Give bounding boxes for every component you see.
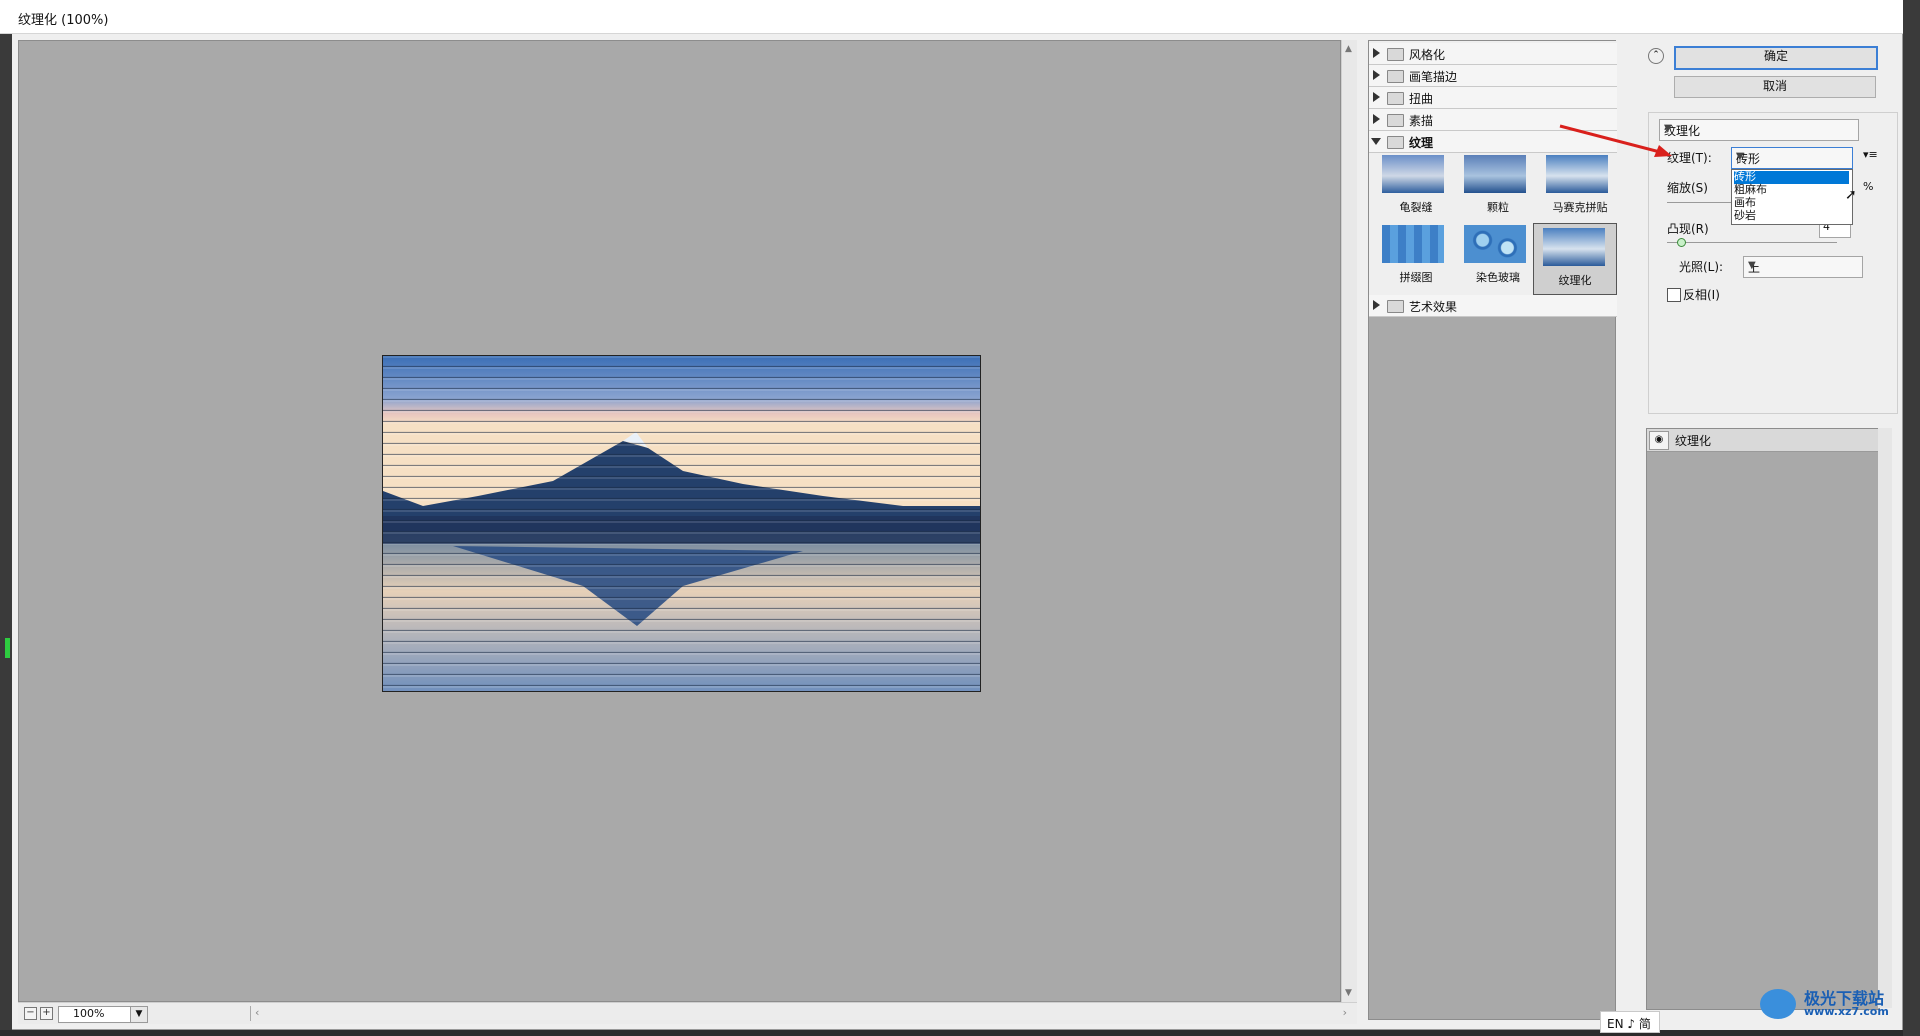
category-stylize[interactable]: 风格化 [1369,43,1617,65]
ok-button[interactable]: 确定 [1674,46,1878,70]
effect-layer-row[interactable]: ◉ 纹理化 [1647,429,1879,452]
thumbnail-image [1546,155,1608,193]
filter-select[interactable]: 纹理化 ▼ [1659,119,1859,141]
light-select[interactable]: 上 ▼ [1743,256,1863,278]
folder-icon [1387,114,1404,127]
thumb-stained-glass[interactable]: 染色玻璃 [1457,221,1529,291]
zoom-level-field[interactable]: 100% [58,1006,132,1023]
scale-label: 缩放(S) [1667,181,1708,195]
category-sketch[interactable]: 素描 [1369,109,1617,131]
category-texture[interactable]: 纹理 [1369,131,1617,153]
scroll-left-icon[interactable]: ‹ [255,1006,259,1019]
thumbnail-image [1464,225,1526,263]
effect-layers-panel: ◉ 纹理化 [1646,428,1880,1010]
preview-horizontal-scrollbar[interactable]: ‹ › [250,1006,1351,1021]
thumbnail-image [1543,228,1605,266]
zoom-dropdown-icon[interactable]: ▼ [130,1006,148,1023]
thumb-texturizer[interactable]: 纹理化 [1533,223,1617,295]
settings-pane: ⌃ 确定 取消 纹理化 ▼ 纹理(T): 砖形 ▼ ▾≡ 缩放(S) % 凸现(… [1640,40,1902,1030]
expand-triangle-icon [1373,70,1380,80]
expand-triangle-icon [1373,92,1380,102]
thumbnail-image [1382,155,1444,193]
folder-icon [1387,70,1404,83]
texture-dropdown-list: 砖形 粗麻布 画布 砂岩 [1731,169,1853,225]
expand-triangle-icon [1373,114,1380,124]
host-app-edge [1903,0,1920,1036]
filter-gallery-panel: 风格化 画笔描边 扭曲 素描 纹理 龟裂缝 颗粒 马赛克拼贴 拼缀图 染色玻璃 … [1368,40,1617,1020]
expand-triangle-icon [1373,300,1380,310]
relief-slider-handle[interactable] [1676,238,1686,247]
relief-slider[interactable] [1667,242,1837,243]
thumbnail-image [1382,225,1444,263]
chevron-down-icon: ▼ [1736,151,1744,162]
invert-label: 反相(I) [1683,288,1720,302]
title-bar: 纹理化 (100%) [0,0,1903,34]
thumbnail-image [1464,155,1526,193]
relief-label: 凸现(R) [1667,222,1709,236]
collapse-gallery-icon[interactable]: ⌃ [1648,48,1664,64]
thumb-grain[interactable]: 颗粒 [1457,151,1529,221]
collapse-triangle-icon [1371,138,1381,145]
thumb-mosaic-tiles[interactable]: 马赛克拼贴 [1539,151,1611,221]
thumb-craquelure[interactable]: 龟裂缝 [1375,151,1447,221]
scroll-up-icon[interactable]: ▲ [1345,44,1352,54]
cancel-button[interactable]: 取消 [1674,76,1876,98]
chevron-down-icon: ▼ [1748,260,1756,271]
expand-triangle-icon [1373,48,1380,58]
zoom-out-button[interactable]: − [24,1007,37,1020]
ime-indicator[interactable]: EN ♪ 简 [1600,1011,1660,1033]
thumb-patchwork[interactable]: 拼缀图 [1375,221,1447,291]
texture-menu-icon[interactable]: ▾≡ [1863,148,1878,161]
folder-icon [1387,300,1404,313]
eye-icon[interactable]: ◉ [1649,431,1669,450]
preview-status-bar: − + 100% ▼ ‹ › [18,1002,1357,1024]
texture-label: 纹理(T): [1667,151,1712,165]
layers-scrollbar[interactable] [1878,428,1892,1008]
option-sandstone[interactable]: 砂岩 [1734,210,1849,223]
preview-image [382,355,981,692]
folder-icon [1387,92,1404,105]
folder-icon [1387,136,1404,149]
mouse-cursor-icon: ➚ [1845,187,1857,203]
watermark-logo: 极光下载站 www.xz7.com [1760,985,1910,1025]
window-title: 纹理化 (100%) [18,13,109,28]
category-distort[interactable]: 扭曲 [1369,87,1617,109]
preview-vertical-scrollbar[interactable]: ▲ ▼ [1341,40,1357,1002]
category-brush-strokes[interactable]: 画笔描边 [1369,65,1617,87]
zoom-in-button[interactable]: + [40,1007,53,1020]
filter-category-list: 风格化 画笔描边 扭曲 素描 纹理 龟裂缝 颗粒 马赛克拼贴 拼缀图 染色玻璃 … [1369,41,1617,317]
filter-settings-box: 纹理化 ▼ 纹理(T): 砖形 ▼ ▾≡ 缩放(S) % 凸现(R) 4 光照(… [1648,112,1898,414]
category-artistic[interactable]: 艺术效果 [1369,295,1617,317]
texture-select[interactable]: 砖形 ▼ [1731,147,1853,169]
scroll-down-icon[interactable]: ▼ [1345,988,1352,998]
folder-icon [1387,48,1404,61]
logo-icon [1760,989,1796,1019]
scroll-right-icon[interactable]: › [1343,1006,1347,1019]
scale-unit: % [1863,180,1874,193]
invert-checkbox[interactable] [1667,288,1681,302]
light-label: 光照(L): [1679,260,1724,274]
chevron-down-icon: ▼ [1664,123,1672,134]
host-app-left-edge [0,34,12,1030]
